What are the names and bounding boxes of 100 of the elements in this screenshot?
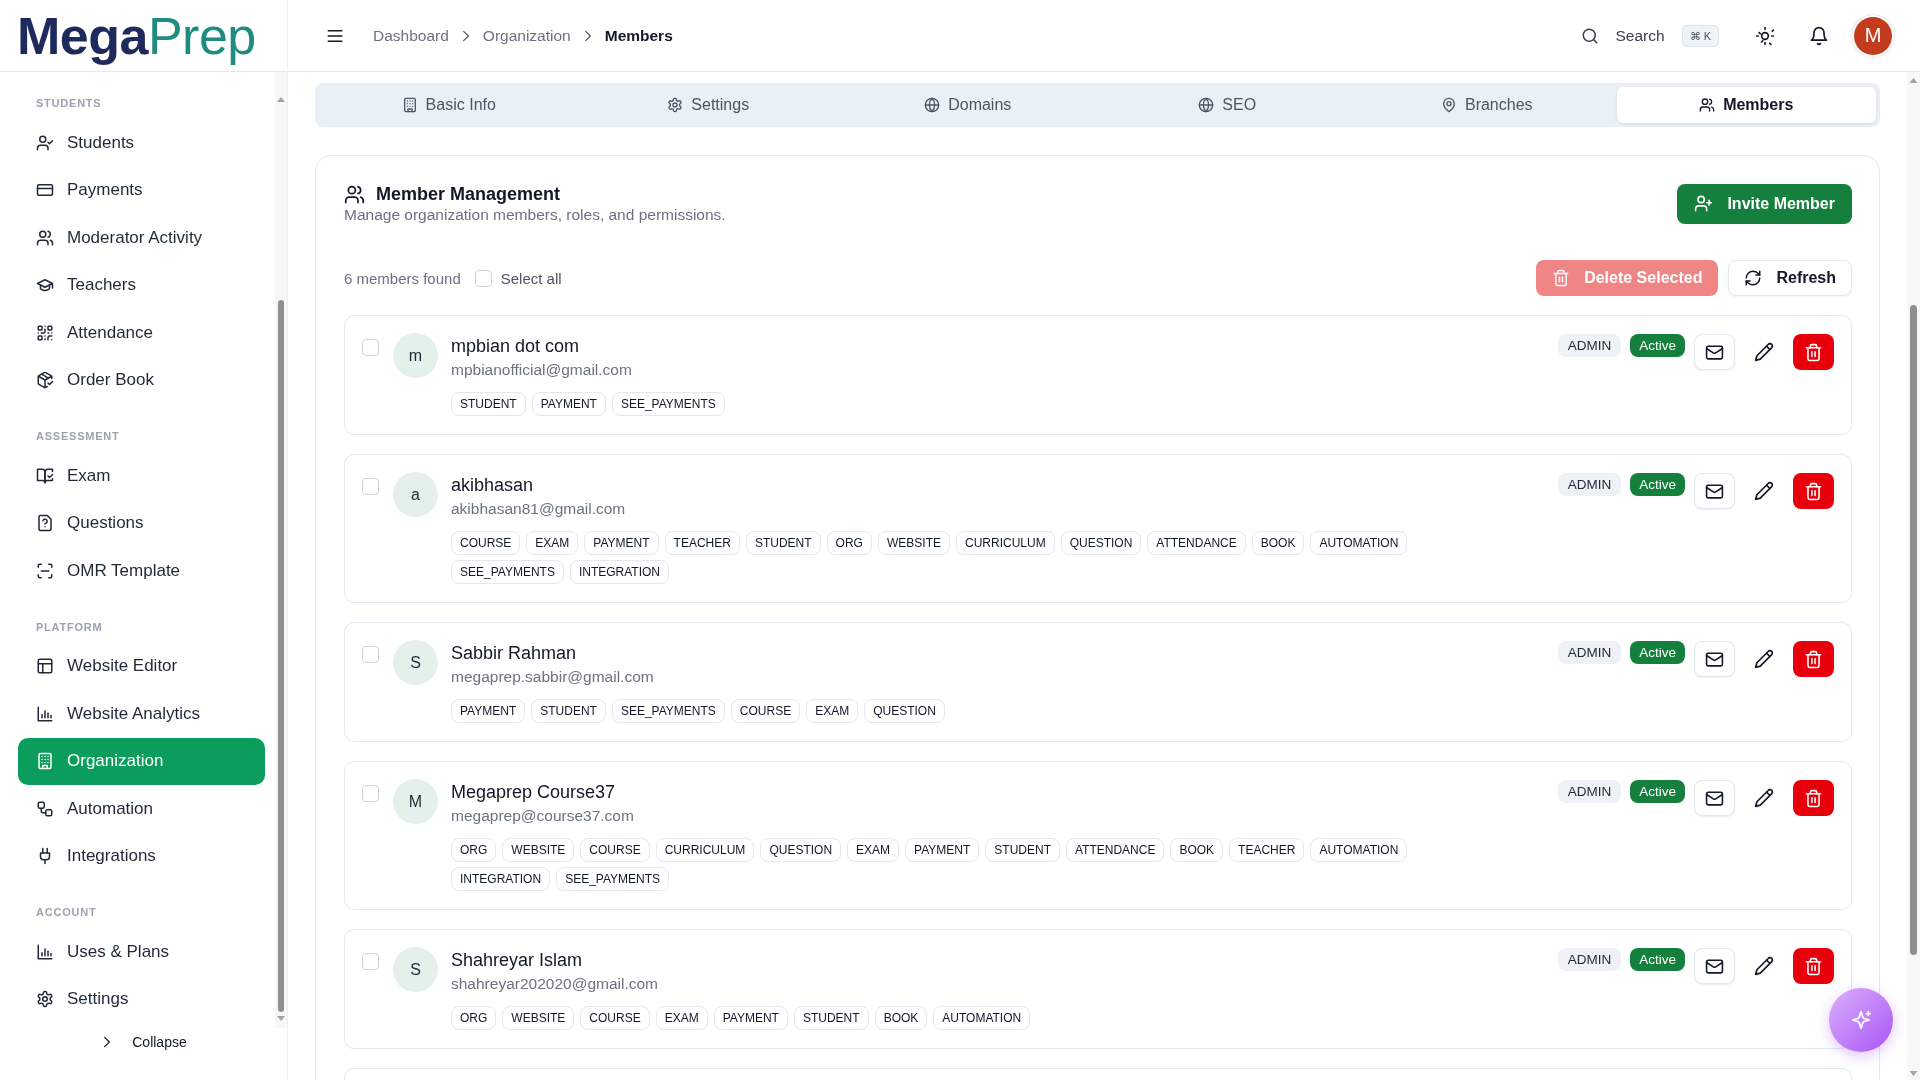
scan-frame-icon <box>36 561 54 580</box>
sidebar-item[interactable]: Teachers <box>18 261 265 309</box>
email-button[interactable] <box>1694 948 1735 984</box>
checkbox[interactable] <box>362 478 379 495</box>
section-label: PLATFORM <box>35 619 104 635</box>
sidebar-item[interactable]: Payments <box>18 166 265 214</box>
permission-tag: PAYMENT <box>531 392 606 416</box>
email-button[interactable] <box>1694 641 1735 677</box>
tab[interactable]: Branches <box>1357 87 1617 123</box>
permission-tag: BOOK <box>874 1006 928 1030</box>
sidebar-item[interactable]: Uses & Plans <box>18 928 265 976</box>
tab[interactable]: Settings <box>578 87 838 123</box>
sidebar-item[interactable]: Settings <box>18 975 265 1023</box>
search-button[interactable]: Search <box>1581 26 1665 45</box>
permission-tag: AUTOMATION <box>933 1006 1031 1030</box>
tab[interactable]: Domains <box>838 87 1098 123</box>
layout-icon <box>36 657 54 676</box>
checkbox[interactable] <box>362 785 379 802</box>
sidebar-item[interactable]: Automation <box>18 785 265 833</box>
permission-tag: COURSE <box>451 531 521 555</box>
delete-button[interactable] <box>1793 780 1834 816</box>
permission-tag: TEACHER <box>1229 838 1305 862</box>
tab[interactable]: Members <box>1616 87 1876 123</box>
permission-tag: CURRICULUM <box>655 838 755 862</box>
sidebar-item[interactable]: Exam <box>18 452 265 500</box>
workflow-icon <box>36 799 54 818</box>
brand-logo[interactable]: MegaPrep <box>17 7 256 64</box>
pencil-icon[interactable] <box>1754 649 1774 669</box>
permission-tag: WEBSITE <box>502 1006 575 1030</box>
sidebar-item[interactable]: Students <box>18 119 265 167</box>
permission-tag: STUDENT <box>451 392 526 416</box>
permission-tag: QUESTION <box>1060 531 1142 555</box>
delete-button[interactable] <box>1793 948 1834 984</box>
permission-tag: EXAM <box>526 531 579 555</box>
delete-button[interactable] <box>1793 641 1834 677</box>
member-avatar: a <box>393 472 438 517</box>
sidebar-item[interactable]: Website Editor <box>18 642 265 690</box>
pencil-icon[interactable] <box>1754 481 1774 501</box>
delete-button[interactable] <box>1793 473 1834 509</box>
member-avatar: m <box>393 333 438 378</box>
pencil-icon[interactable] <box>1754 788 1774 808</box>
permission-tag: EXAM <box>847 838 900 862</box>
select-all-checkbox[interactable] <box>474 269 492 287</box>
checkbox[interactable] <box>362 953 379 970</box>
trash-icon <box>1552 269 1571 287</box>
scrollbar[interactable] <box>1907 72 1920 1080</box>
sidebar-item[interactable]: Website Analytics <box>18 690 265 738</box>
sidebar-item[interactable]: Order Book <box>18 356 265 404</box>
member-name: Megaprep Course37 <box>451 781 617 803</box>
permission-tag: CURRICULUM <box>955 531 1055 555</box>
sidebar-item[interactable]: Attendance <box>18 309 265 357</box>
sidebar-item[interactable]: Questions <box>18 499 265 547</box>
scrollbar[interactable] <box>275 72 287 1028</box>
sidebar-item[interactable]: OMR Template <box>18 547 265 595</box>
checkbox[interactable] <box>362 339 379 356</box>
trash-icon <box>1804 342 1823 362</box>
member-name: Shahreyar Islam <box>451 949 584 971</box>
member-avatar: S <box>393 640 438 685</box>
email-button[interactable] <box>1694 780 1735 816</box>
permission-tag: COURSE <box>730 699 801 723</box>
assistant-button[interactable] <box>1829 988 1893 1052</box>
permission-tag: INTEGRATION <box>569 560 670 584</box>
member-count: 6 members found <box>344 269 461 287</box>
users-icon <box>1699 97 1716 113</box>
permission-tag: SEE_PAYMENTS <box>556 867 670 891</box>
role-badge: ADMIN <box>1557 334 1622 357</box>
refresh-button[interactable]: Refresh <box>1728 260 1852 296</box>
sun-icon[interactable] <box>1755 25 1775 46</box>
pencil-icon[interactable] <box>1754 342 1774 362</box>
shortcut-hint: ⌘ K <box>1681 24 1719 47</box>
permission-tag: EXAM <box>655 1006 708 1030</box>
sidebar-item[interactable]: Moderator Activity <box>18 214 265 262</box>
section-label: STUDENTS <box>35 96 103 111</box>
book-check-icon <box>36 466 54 485</box>
permission-tag: STUDENT <box>793 1006 869 1030</box>
collapse-button[interactable]: Collapse <box>100 1033 187 1051</box>
pencil-icon[interactable] <box>1754 956 1774 976</box>
permission-tag: PAYMENT <box>451 699 526 723</box>
sidebar-item[interactable]: Integrations <box>18 832 265 880</box>
tab[interactable]: SEO <box>1097 87 1357 123</box>
permission-tag: WEBSITE <box>877 531 950 555</box>
permission-tag: ATTENDANCE <box>1147 531 1246 555</box>
permission-tag: SEE_PAYMENTS <box>451 560 564 584</box>
user-avatar[interactable]: M <box>1854 16 1892 55</box>
breadcrumb-link[interactable]: Organization <box>482 26 571 45</box>
bell-icon[interactable] <box>1809 25 1829 46</box>
mail-icon <box>1705 649 1724 669</box>
invite-member-button[interactable]: Invite Member <box>1677 183 1852 224</box>
permission-tag: TEACHER <box>664 531 740 555</box>
permission-tag: QUESTION <box>864 699 945 723</box>
gear-icon <box>36 990 54 1009</box>
globe-icon <box>924 97 941 113</box>
email-button[interactable] <box>1694 473 1735 509</box>
checkbox[interactable] <box>362 646 379 663</box>
breadcrumb-link[interactable]: Dashboard <box>373 26 449 45</box>
sidebar-item[interactable]: Organization <box>18 737 265 785</box>
tab[interactable]: Basic Info <box>319 87 579 123</box>
delete-button[interactable] <box>1793 334 1834 370</box>
email-button[interactable] <box>1694 334 1735 370</box>
select-all-label[interactable]: Select all <box>500 269 562 287</box>
